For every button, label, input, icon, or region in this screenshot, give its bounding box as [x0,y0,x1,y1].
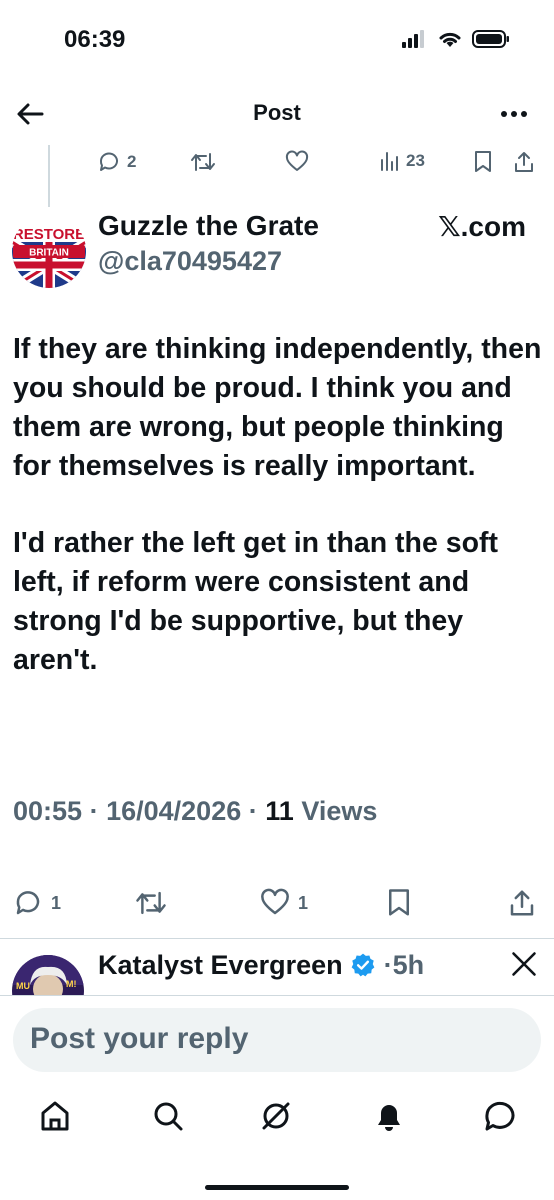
like-button[interactable]: 1 [260,888,308,918]
post-paragraph: If they are thinking independently, then… [13,333,542,482]
parent-share-button[interactable] [513,150,535,174]
post-time: 00:55 [13,796,83,826]
post-actions: 1 1 [0,888,554,928]
avatar-text-bottom: BRITAIN [29,248,69,259]
heart-icon [285,150,309,171]
bookmark-button[interactable] [386,888,412,918]
divider [0,995,554,996]
heart-icon [261,888,289,915]
parent-views-count: 23 [406,151,425,170]
post-views-label: Views [301,796,378,826]
divider [0,938,554,939]
status-icons [402,30,510,48]
grok-icon[interactable] [258,1098,294,1134]
reply-icon [99,152,118,171]
post-text: If they are thinking independently, then… [13,330,543,718]
more-options-icon[interactable] [498,104,530,124]
views-icon [381,152,398,171]
reply-separator: · [383,950,393,980]
parent-like-button[interactable] [285,150,309,174]
meta-separator: · [248,796,258,826]
page-title: Post [253,100,301,125]
author-avatar[interactable]: RESTORE BRITAIN [12,214,86,288]
bookmark-icon [389,889,409,916]
home-indicator [205,1185,349,1190]
messages-icon[interactable] [482,1098,518,1134]
share-icon [510,890,534,916]
reply-button[interactable]: 1 [13,888,61,918]
parent-repost-button[interactable] [190,150,216,174]
post-meta: 00:55 · 16/04/2026 · 11 Views [13,796,377,827]
post-views-count: 11 [265,796,294,826]
battery-icon [472,30,509,48]
share-button[interactable] [508,888,536,918]
post-date: 16/04/2026 [106,796,242,826]
home-icon[interactable] [37,1098,73,1134]
reply-author-row: Katalyst Evergreen ·5h [98,950,424,981]
bookmark-icon [475,151,491,172]
status-time: 06:39 [64,26,126,53]
author-name[interactable]: Guzzle the Grate [98,210,319,242]
repost-icon [136,891,166,915]
parent-bookmark-button[interactable] [473,150,493,174]
like-count: 1 [298,892,309,913]
reply-author-name[interactable]: Katalyst Evergreen [98,950,343,980]
reply-age: 5h [392,950,425,980]
parent-views-button[interactable]: 23 [380,150,425,172]
reply-input-placeholder[interactable]: Post your reply [30,1022,248,1056]
reply-avatar-text-2: M! [66,979,77,989]
share-icon [515,152,533,172]
bottom-nav [0,1098,554,1138]
x-logo-icon [512,952,536,976]
parent-post-actions: 2 23 [0,150,554,184]
search-icon[interactable] [150,1098,186,1134]
parent-reply-count: 2 [127,152,137,171]
verified-badge-icon [351,953,375,977]
wifi-icon [439,32,461,47]
meta-separator: · [89,796,99,826]
post-paragraph: I'd rather the left get in than the soft… [13,527,498,676]
notifications-icon[interactable] [371,1098,407,1134]
repost-button[interactable] [135,888,167,918]
brand-label: 𝕏.com [438,211,526,242]
signal-icon [402,30,424,48]
author-handle[interactable]: @cla70495427 [98,246,282,277]
reply-count: 1 [51,892,62,913]
avatar-text-top: RESTORE [13,226,85,243]
reply-icon [16,891,40,915]
repost-icon [191,153,215,171]
reply-avatar-text: MU [16,981,30,991]
parent-reply-button[interactable]: 2 [97,150,136,174]
